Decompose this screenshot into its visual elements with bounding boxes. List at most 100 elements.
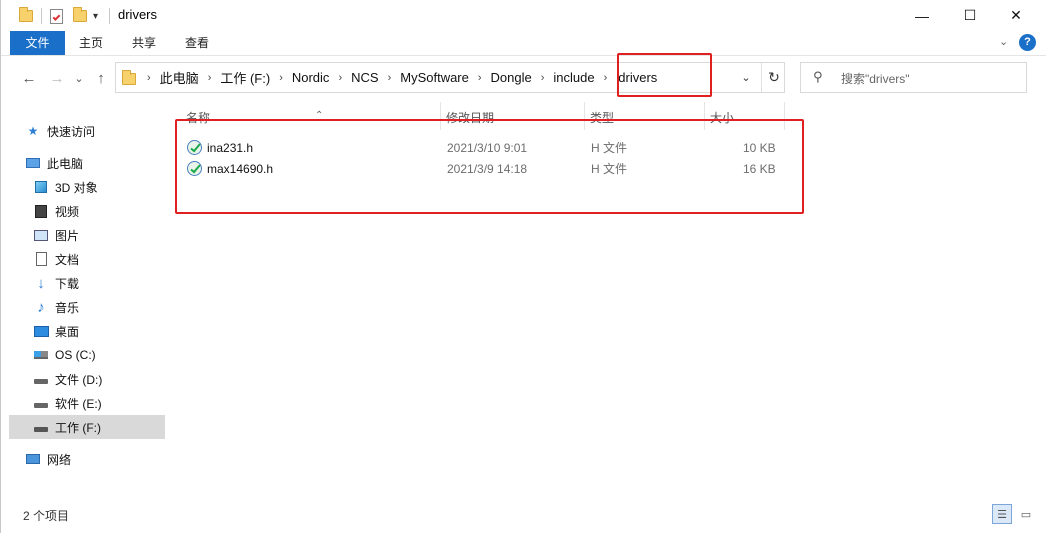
file-name: ina231.h bbox=[207, 140, 254, 155]
video-icon bbox=[33, 204, 49, 218]
chevron-right-icon[interactable]: › bbox=[536, 72, 550, 84]
column-header-label: 大小 bbox=[710, 111, 735, 125]
minimize-button[interactable]: — bbox=[899, 0, 945, 31]
breadcrumb-nordic[interactable]: Nordic bbox=[288, 70, 334, 85]
refresh-button[interactable]: ↻ bbox=[761, 63, 786, 92]
expand-ribbon-button[interactable]: ⌄ bbox=[999, 35, 1008, 48]
search-box[interactable]: ⚲ 搜索"drivers" bbox=[800, 62, 1027, 93]
details-view-icon: ☰ bbox=[997, 508, 1007, 521]
up-arrow-icon: ↑ bbox=[97, 69, 105, 87]
forward-arrow-icon: → bbox=[49, 69, 65, 87]
chevron-right-icon[interactable]: › bbox=[383, 72, 397, 84]
folder-icon bbox=[19, 7, 33, 22]
sidebar-item-desktop[interactable]: 桌面 bbox=[33, 319, 165, 343]
sidebar-item-label: 软件 (E:) bbox=[55, 396, 102, 411]
new-folder-icon bbox=[73, 7, 87, 22]
file-size: 16 KB bbox=[743, 161, 776, 176]
close-icon: ✕ bbox=[1010, 7, 1022, 23]
address-dropdown-button[interactable]: ⌄ bbox=[732, 63, 760, 92]
sidebar-item-label: 文件 (D:) bbox=[55, 372, 103, 387]
sidebar-item-quick-access[interactable]: ★ 快速访问 bbox=[25, 119, 165, 143]
properties-button[interactable] bbox=[50, 7, 63, 25]
file-name: max14690.h bbox=[207, 161, 274, 176]
column-header-label: 类型 bbox=[590, 111, 615, 125]
sidebar-item-music[interactable]: ♪ 音乐 bbox=[33, 295, 165, 319]
sidebar-item-videos[interactable]: 视频 bbox=[33, 199, 165, 223]
details-view-button[interactable]: ☰ bbox=[992, 504, 1012, 524]
sidebar-item-pictures[interactable]: 图片 bbox=[33, 223, 165, 247]
breadcrumb-work-drive[interactable]: 工作 (F:) bbox=[216, 68, 274, 87]
file-modified: 2021/3/10 9:01 bbox=[447, 140, 528, 155]
scroll-edge bbox=[1, 260, 7, 400]
sidebar-item-network[interactable]: 网络 bbox=[25, 447, 165, 471]
maximize-button[interactable]: ☐ bbox=[947, 0, 993, 31]
sidebar-item-os-c[interactable]: OS (C:) bbox=[33, 343, 165, 367]
up-button[interactable]: ↑ bbox=[91, 68, 111, 88]
help-button[interactable]: ? bbox=[1019, 34, 1036, 51]
search-input[interactable]: 搜索"drivers" bbox=[841, 70, 910, 87]
sidebar-item-label: 此电脑 bbox=[47, 156, 84, 171]
column-header-size[interactable]: 大小 bbox=[705, 107, 785, 129]
column-header-name[interactable]: 名称 ⌃ bbox=[181, 107, 439, 129]
quick-access-toolbar bbox=[19, 7, 33, 25]
forward-button[interactable]: → bbox=[47, 68, 67, 88]
file-list: 名称 ⌃ 修改日期 类型 大小 ina231.h 2021/3/10 9:01 … bbox=[171, 100, 1046, 502]
tab-view[interactable]: 查看 bbox=[173, 31, 221, 55]
computer-icon bbox=[25, 156, 41, 170]
sidebar-item-3d-objects[interactable]: 3D 对象 bbox=[33, 175, 165, 199]
breadcrumb-drivers[interactable]: drivers bbox=[612, 70, 661, 85]
chevron-right-icon[interactable]: › bbox=[203, 72, 217, 84]
new-folder-button[interactable] bbox=[73, 7, 87, 25]
sidebar-item-documents[interactable]: 文档 bbox=[33, 247, 165, 271]
chevron-down-icon: ⌄ bbox=[741, 72, 751, 84]
breadcrumb-dongle[interactable]: Dongle bbox=[487, 70, 536, 85]
sidebar-item-label: 工作 (F:) bbox=[55, 420, 101, 435]
back-arrow-icon: ← bbox=[21, 69, 37, 87]
chevron-right-icon[interactable]: › bbox=[333, 72, 347, 84]
table-row[interactable]: ina231.h 2021/3/10 9:01 H 文件 10 KB bbox=[185, 137, 785, 158]
tab-file[interactable]: 文件 bbox=[10, 31, 65, 55]
back-button[interactable]: ← bbox=[19, 68, 39, 88]
sidebar-item-label: 网络 bbox=[47, 452, 72, 467]
column-header-type[interactable]: 类型 bbox=[585, 107, 705, 129]
file-type: H 文件 bbox=[591, 141, 628, 155]
chevron-down-icon: ⌄ bbox=[74, 72, 84, 85]
close-button[interactable]: ✕ bbox=[993, 0, 1039, 31]
download-icon: ↓ bbox=[37, 274, 45, 292]
sidebar-item-label: 音乐 bbox=[55, 300, 80, 315]
navigation-bar: ← → ⌄ ↑ › 此电脑 › 工作 (F:) › Nordic › NCS ›… bbox=[1, 56, 1046, 100]
customize-toolbar-button[interactable]: ▾ bbox=[93, 7, 98, 25]
sidebar-item-drive-e[interactable]: 软件 (E:) bbox=[33, 391, 165, 415]
music-icon: ♪ bbox=[37, 298, 45, 316]
sidebar-item-label: 视频 bbox=[55, 204, 80, 219]
column-header-modified[interactable]: 修改日期 bbox=[441, 107, 585, 129]
breadcrumb-mysoftware[interactable]: MySoftware bbox=[396, 70, 473, 85]
tab-home[interactable]: 主页 bbox=[67, 31, 115, 55]
chevron-right-icon[interactable]: › bbox=[274, 72, 288, 84]
document-icon bbox=[33, 252, 49, 266]
breadcrumb-ncs[interactable]: NCS bbox=[347, 70, 382, 85]
drive-icon bbox=[33, 372, 49, 386]
recent-locations-button[interactable]: ⌄ bbox=[69, 68, 89, 88]
sidebar-item-downloads[interactable]: ↓ 下载 bbox=[33, 271, 165, 295]
chevron-right-icon[interactable]: › bbox=[599, 72, 613, 84]
breadcrumb-this-pc[interactable]: 此电脑 bbox=[156, 68, 203, 87]
table-row[interactable]: max14690.h 2021/3/9 14:18 H 文件 16 KB bbox=[185, 158, 785, 179]
sidebar-item-drive-f[interactable]: 工作 (F:) bbox=[9, 415, 165, 439]
sidebar-item-label: 桌面 bbox=[55, 324, 80, 339]
file-modified: 2021/3/9 14:18 bbox=[447, 161, 528, 176]
cube-icon bbox=[33, 180, 49, 194]
tab-share[interactable]: 共享 bbox=[119, 31, 169, 55]
large-icons-view-button[interactable]: ▭ bbox=[1016, 504, 1036, 524]
header-file-icon bbox=[187, 140, 202, 155]
chevron-down-icon: ⌄ bbox=[999, 36, 1009, 48]
address-bar[interactable]: › 此电脑 › 工作 (F:) › Nordic › NCS › MySoftw… bbox=[115, 62, 785, 93]
sidebar-item-this-pc[interactable]: 此电脑 bbox=[25, 151, 165, 175]
breadcrumb-include[interactable]: include bbox=[549, 70, 598, 85]
chevron-right-icon[interactable]: › bbox=[473, 72, 487, 84]
sidebar-item-drive-d[interactable]: 文件 (D:) bbox=[33, 367, 165, 391]
drive-icon bbox=[33, 396, 49, 410]
column-divider[interactable] bbox=[784, 102, 785, 130]
column-header-label: 名称 bbox=[186, 111, 211, 125]
sidebar-item-label: 图片 bbox=[55, 228, 80, 243]
